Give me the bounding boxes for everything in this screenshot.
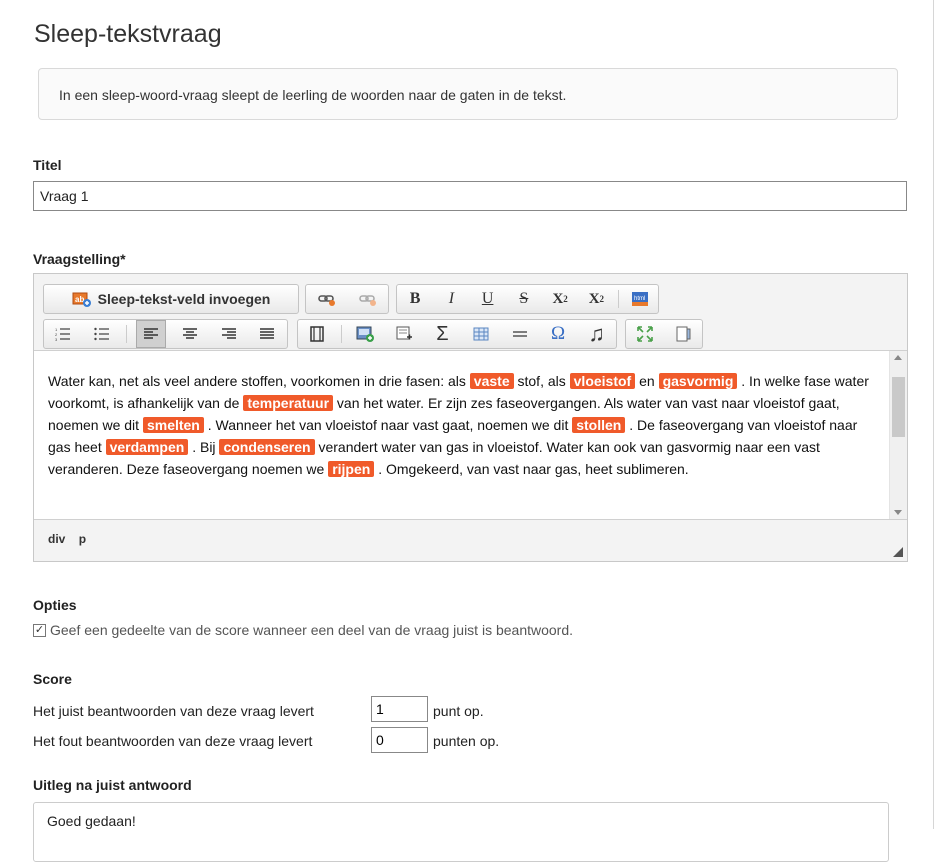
maximize-icon xyxy=(637,326,653,342)
uitleg-input[interactable]: Goed gedaan! xyxy=(33,802,889,862)
vraagstelling-label: Vraagstelling* xyxy=(33,251,126,267)
question-text-segment: . Wanneer het van vloeistof naar vast ga… xyxy=(203,417,573,433)
drag-word-tag[interactable]: stollen xyxy=(572,417,626,433)
html-source-button[interactable]: html xyxy=(625,285,655,313)
question-text-segment: Water kan, net als veel andere stoffen, … xyxy=(48,373,470,389)
wrong-score-input[interactable] xyxy=(371,727,428,753)
toolbar-group-insert: ab Sleep-tekst-veld invoegen xyxy=(43,284,299,314)
drag-word-tag[interactable]: smelten xyxy=(142,417,204,433)
toolbar-separator xyxy=(340,325,342,343)
unlink-icon xyxy=(358,295,376,306)
add-page-icon xyxy=(396,326,412,340)
horizontal-rule-button[interactable] xyxy=(505,320,535,348)
scroll-up-icon[interactable] xyxy=(894,355,902,360)
partial-score-label: Geef een gedeelte van de score wanneer e… xyxy=(50,622,574,638)
align-center-icon xyxy=(182,328,197,339)
drag-word-tag[interactable]: rijpen xyxy=(328,461,375,477)
bullet-list-button[interactable] xyxy=(87,320,117,348)
drag-word-tag[interactable]: temperatuur xyxy=(243,395,334,411)
film-icon xyxy=(310,326,325,342)
maximize-button[interactable] xyxy=(630,320,660,348)
align-justify-button[interactable] xyxy=(252,320,282,348)
score-label: Score xyxy=(33,671,72,687)
table-icon xyxy=(473,327,489,341)
image-icon xyxy=(356,326,375,342)
svg-text:3: 3 xyxy=(55,337,58,341)
titel-label: Titel xyxy=(33,157,62,173)
insert-field-icon: ab xyxy=(72,292,91,307)
question-text-segment: . Bij xyxy=(188,439,220,455)
question-text-segment: en xyxy=(635,373,659,389)
toolbar-separator xyxy=(617,290,619,308)
drag-word-tag[interactable]: verdampen xyxy=(105,439,189,455)
subscript-button[interactable]: X2 xyxy=(545,285,575,313)
uitleg-label: Uitleg na juist antwoord xyxy=(33,777,192,793)
resize-handle-icon[interactable] xyxy=(893,547,903,557)
drag-word-tag[interactable]: gasvormig xyxy=(658,373,738,389)
align-center-button[interactable] xyxy=(175,320,205,348)
strikethrough-button[interactable]: S xyxy=(509,285,539,313)
question-text[interactable]: Water kan, net als veel andere stoffen, … xyxy=(34,351,907,480)
toolbar-group-view xyxy=(625,319,703,349)
html-icon: html xyxy=(631,292,648,306)
scrollbar-thumb[interactable] xyxy=(892,377,905,437)
drag-word-tag[interactable]: vloeistof xyxy=(569,373,636,389)
editor-scrollbar[interactable] xyxy=(889,351,907,519)
link-button[interactable] xyxy=(312,285,342,313)
toolbar-separator xyxy=(126,325,128,343)
svg-text:html: html xyxy=(634,296,645,302)
insert-drag-field-label: Sleep-tekst-veld invoegen xyxy=(97,291,271,307)
drag-word-tag[interactable]: vaste xyxy=(469,373,514,389)
formula-button[interactable]: Σ xyxy=(427,320,457,348)
element-path: div p xyxy=(48,532,96,546)
wrong-score-text: Het fout beantwoorden van deze vraag lev… xyxy=(33,733,313,749)
page-title: Sleep-tekstvraag xyxy=(34,20,222,48)
table-button[interactable] xyxy=(466,320,496,348)
partial-score-checkbox[interactable]: ✓ xyxy=(33,624,46,637)
superscript-button[interactable]: X2 xyxy=(581,285,611,313)
toolbar-group-lists-align: 123 xyxy=(43,319,288,349)
drag-word-tag[interactable]: condenseren xyxy=(219,439,315,455)
correct-score-input[interactable] xyxy=(371,696,428,722)
path-item-p[interactable]: p xyxy=(79,532,86,546)
toolbar-group-links xyxy=(305,284,389,314)
path-item-div[interactable]: div xyxy=(48,532,65,546)
image-button[interactable] xyxy=(350,320,380,348)
italic-button[interactable]: I xyxy=(436,285,466,313)
unlink-button[interactable] xyxy=(353,285,383,313)
toolbar-group-format: B I U S X2 X2 html xyxy=(396,284,659,314)
editor-content-area[interactable]: Water kan, net als veel andere stoffen, … xyxy=(34,350,907,520)
iframe-button[interactable] xyxy=(302,320,332,348)
question-text-segment: stof, als xyxy=(513,373,570,389)
rich-text-editor: ab Sleep-tekst-veld invoegen B I U S X2 … xyxy=(33,273,908,562)
opties-label: Opties xyxy=(33,597,77,613)
align-left-icon xyxy=(143,328,158,339)
numbered-list-icon: 123 xyxy=(55,327,71,341)
align-justify-icon xyxy=(260,328,275,339)
underline-button[interactable]: U xyxy=(473,285,503,313)
bullet-list-icon xyxy=(94,327,110,341)
align-left-button[interactable] xyxy=(135,320,166,348)
align-right-icon xyxy=(221,328,236,339)
horizontal-rule-icon xyxy=(512,331,527,337)
question-text-segment: . Omgekeerd, van vast naar gas, heet sub… xyxy=(374,461,689,477)
audio-button[interactable]: ♫ xyxy=(582,320,612,348)
intro-box: In een sleep-woord-vraag sleept de leerl… xyxy=(38,68,898,120)
show-blocks-button[interactable] xyxy=(668,320,698,348)
correct-score-suffix: punt op. xyxy=(433,703,484,719)
special-char-button[interactable]: Ω xyxy=(543,320,573,348)
link-icon xyxy=(317,295,335,306)
toolbar-group-insert-objects: Σ Ω ♫ xyxy=(297,319,617,349)
wrong-score-suffix: punten op. xyxy=(433,733,500,749)
bold-button[interactable]: B xyxy=(400,285,430,313)
align-right-button[interactable] xyxy=(214,320,244,348)
correct-score-text: Het juist beantwoorden van deze vraag le… xyxy=(33,703,314,719)
numbered-list-button[interactable]: 123 xyxy=(48,320,78,348)
show-blocks-icon xyxy=(676,326,691,342)
titel-input[interactable] xyxy=(33,181,907,211)
insert-drag-field-button[interactable]: ab Sleep-tekst-veld invoegen xyxy=(44,285,298,313)
panel-divider xyxy=(933,0,934,829)
scroll-down-icon[interactable] xyxy=(894,510,902,515)
media-button[interactable] xyxy=(389,320,419,348)
